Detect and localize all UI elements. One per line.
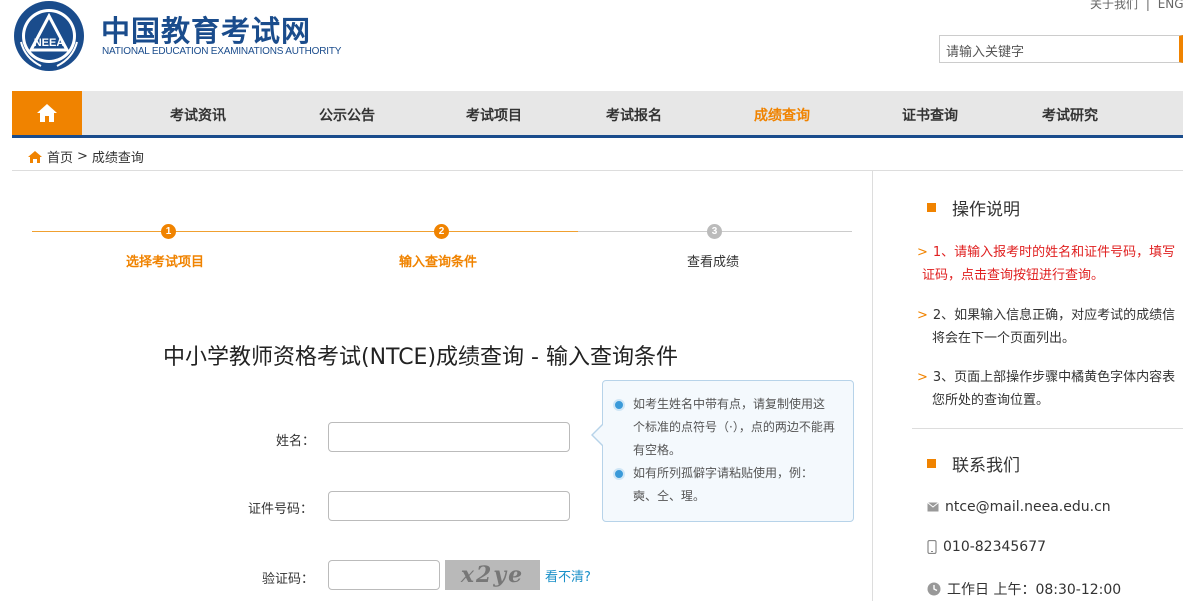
tip-item: 如有所列孤僻字请粘贴使用，例：奭、仝、瑆。	[613, 462, 835, 508]
chevron-right-icon: >	[917, 308, 928, 323]
nav-item-announcements[interactable]: 公示公告	[319, 105, 375, 125]
steps-progress-line-done	[32, 231, 578, 232]
instruction-1-line2: 证码，点击查询按钮进行查询。	[922, 268, 1105, 283]
site-logo-chinese[interactable]: 中国教育考试网	[101, 8, 311, 50]
step-2-dot: 2	[434, 224, 449, 239]
contact-email-text[interactable]: ntce@mail.neea.edu.cn	[945, 499, 1111, 515]
nav-item-exam-research[interactable]: 考试研究	[1042, 105, 1098, 125]
top-links-separator: |	[1145, 0, 1150, 11]
tip-text-dot-symbol: 如考生姓名中带有点，请复制使用这个标准的点符号（·），点的两边不能再有空格。	[633, 397, 835, 457]
site-logo-english: NATIONAL EDUCATION EXAMINATIONS AUTHORIT…	[102, 46, 342, 57]
main-nav: 考试资讯 公示公告 考试项目 考试报名 成绩查询 证书查询 考试研究	[12, 91, 1183, 138]
instruction-item-1: >1、请输入报考时的姓名和证件号码，填写 证码，点击查询按钮进行查询。	[917, 241, 1183, 287]
step-3-dot: 3	[707, 224, 722, 239]
instruction-3-line2: 您所处的查询位置。	[932, 393, 1050, 408]
instruction-item-3: >3、页面上部操作步骤中橘黄色字体内容表 您所处的查询位置。	[917, 366, 1183, 412]
info-bullet-icon	[613, 468, 625, 480]
envelope-icon	[927, 502, 939, 512]
chevron-right-icon: >	[917, 245, 928, 260]
top-links: 关于我们 | ENG	[1090, 0, 1183, 12]
breadcrumb-current: 成绩查询	[91, 151, 144, 166]
refresh-captcha-link[interactable]: 看不清?	[545, 566, 591, 585]
captcha-input[interactable]	[328, 560, 440, 590]
step-1-dot: 1	[161, 224, 176, 239]
step-2-label: 输入查询条件	[399, 255, 478, 270]
contact-title-text: 联系我们	[952, 456, 1020, 476]
section-marker-icon	[927, 459, 936, 468]
step-1-label: 选择考试项目	[126, 255, 205, 270]
clock-icon	[927, 582, 941, 596]
nav-home-button[interactable]	[12, 91, 82, 135]
instruction-1-line1: 1、请输入报考时的姓名和证件号码，填写	[932, 245, 1176, 260]
breadcrumb-home-link[interactable]: 首页	[47, 147, 73, 166]
breadcrumb-divider	[12, 170, 1183, 171]
instructions-title-text: 操作说明	[952, 200, 1020, 220]
nav-item-certificate-query[interactable]: 证书查询	[902, 105, 958, 125]
contact-hours: 工作日 上午：08:30-12:00	[927, 579, 1121, 599]
nav-item-score-query[interactable]: 成绩查询	[754, 105, 810, 125]
contact-title: 联系我们	[927, 451, 1020, 476]
neea-emblem-logo: NEEA	[14, 1, 84, 71]
captcha-label: 验证码：	[262, 572, 315, 587]
page-title: 中小学教师资格考试(NTCE)成绩查询 - 输入查询条件	[163, 345, 678, 370]
instruction-2-line1: 2、如果输入信息正确，对应考试的成绩信	[932, 308, 1176, 323]
contact-phone: 010-82345677	[927, 539, 1046, 555]
svg-text:NEEA: NEEA	[34, 37, 65, 49]
name-input[interactable]	[328, 422, 570, 452]
about-us-link[interactable]: 关于我们	[1090, 0, 1138, 11]
instruction-3-line1: 3、页面上部操作步骤中橘黄色字体内容表	[932, 370, 1176, 385]
mobile-phone-icon	[927, 540, 937, 554]
info-bullet-icon	[613, 399, 625, 411]
tip-text-rare-characters: 如有所列孤僻字请粘贴使用，例：奭、仝、瑆。	[633, 466, 814, 503]
english-link[interactable]: ENG	[1158, 0, 1183, 11]
chevron-right-icon: >	[917, 370, 928, 385]
id-number-input[interactable]	[328, 491, 570, 521]
instructions-title: 操作说明	[927, 195, 1020, 220]
contact-phone-text: 010-82345677	[943, 539, 1047, 555]
tip-item: 如考生姓名中带有点，请复制使用这个标准的点符号（·），点的两边不能再有空格。	[613, 393, 835, 462]
contact-email: ntce@mail.neea.edu.cn	[927, 499, 1111, 515]
nav-item-exam-news[interactable]: 考试资讯	[170, 105, 226, 125]
nav-item-exam-programs[interactable]: 考试项目	[466, 105, 522, 125]
sidebar-divider	[872, 171, 873, 601]
captcha-image[interactable]: x2ye	[445, 560, 540, 590]
contact-hours-text: 工作日 上午：08:30-12:00	[947, 582, 1122, 598]
instruction-2-line2: 将会在下一个页面列出。	[932, 331, 1076, 346]
search-input[interactable]: 请输入关键字	[939, 35, 1183, 63]
instruction-item-2: >2、如果输入信息正确，对应考试的成绩信 将会在下一个页面列出。	[917, 304, 1183, 350]
sidebar-section-divider	[912, 428, 1183, 429]
home-icon	[37, 104, 57, 122]
tip-arrow-inner	[593, 425, 603, 445]
section-marker-icon	[927, 203, 936, 212]
breadcrumb-separator: >	[77, 149, 88, 164]
breadcrumb: 首页 > 成绩查询	[27, 147, 144, 166]
input-tips-box: 如考生姓名中带有点，请复制使用这个标准的点符号（·），点的两边不能再有空格。 如…	[602, 380, 854, 522]
name-label: 姓名：	[276, 434, 316, 449]
nav-item-registration[interactable]: 考试报名	[606, 105, 662, 125]
id-number-label: 证件号码：	[248, 502, 314, 517]
home-icon	[28, 150, 42, 163]
step-3-label: 查看成绩	[687, 255, 740, 270]
